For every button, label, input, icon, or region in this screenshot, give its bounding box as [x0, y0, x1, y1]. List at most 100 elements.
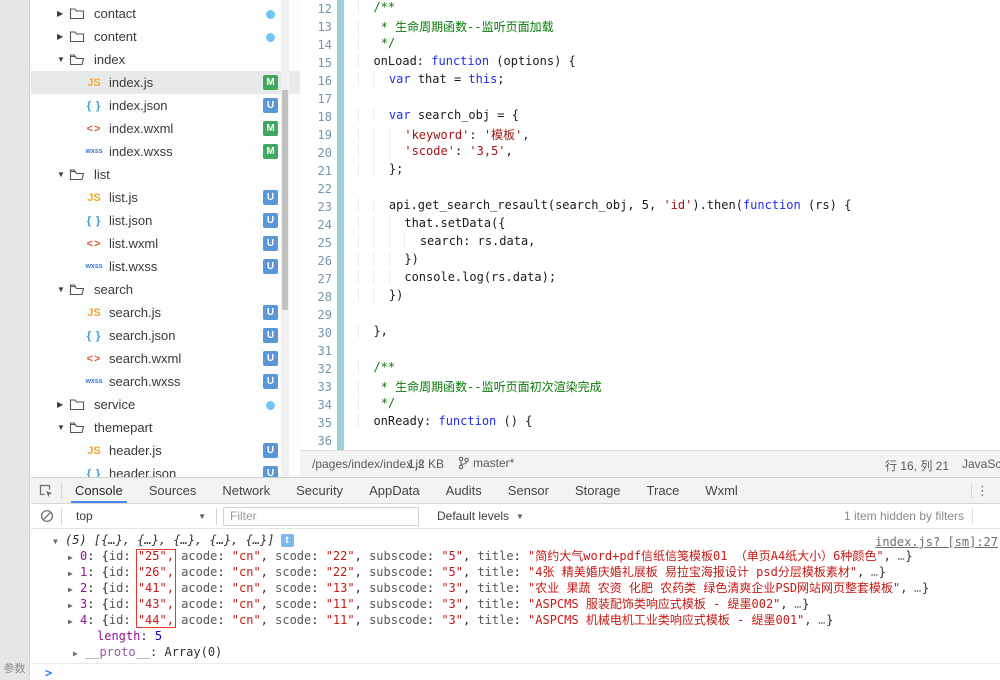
- log-levels-selector[interactable]: Default levels ▼: [437, 509, 524, 523]
- tree-file-search.json[interactable]: { }search.jsonU: [31, 324, 300, 347]
- devtools-menu-button[interactable]: ⋮: [971, 478, 994, 503]
- tab-audits[interactable]: Audits: [444, 478, 484, 503]
- params-panel-label[interactable]: 参数: [0, 660, 29, 676]
- gutter-line[interactable]: 24: [300, 216, 348, 234]
- tab-appdata[interactable]: AppData: [367, 478, 422, 503]
- tab-security[interactable]: Security: [294, 478, 345, 503]
- code-line[interactable]: * 生命周期函数--监听页面加载: [358, 18, 1000, 36]
- code-line[interactable]: [358, 90, 1000, 108]
- tree-file-header.js[interactable]: JSheader.jsU: [31, 439, 300, 462]
- code-line[interactable]: [358, 342, 1000, 360]
- tree-folder-list[interactable]: ▼list: [31, 163, 300, 186]
- console-prompt[interactable]: >: [31, 663, 1000, 680]
- code-line[interactable]: */: [358, 36, 1000, 54]
- tree-file-search.js[interactable]: JSsearch.jsU: [31, 301, 300, 324]
- code-line[interactable]: [358, 432, 1000, 450]
- gutter-line[interactable]: 14: [300, 36, 348, 54]
- console-array-item[interactable]: ▶1: {id: "26", acode: "cn", scode: "22",…: [31, 564, 1000, 580]
- tree-file-index.json[interactable]: { }index.jsonU: [31, 94, 300, 117]
- console-array-item[interactable]: ▶4: {id: "44", acode: "cn", scode: "11",…: [31, 612, 1000, 628]
- context-selector[interactable]: top ▼: [76, 509, 216, 523]
- code-line[interactable]: */: [358, 396, 1000, 414]
- code-line[interactable]: 'scode': '3,5',: [358, 144, 1000, 162]
- code-line[interactable]: 'keyword': '模板',: [358, 126, 1000, 144]
- chevron-right-icon[interactable]: ▶: [73, 646, 85, 662]
- tree-file-index.js[interactable]: JSindex.jsM: [31, 71, 300, 94]
- code-line[interactable]: * 生命周期函数--监听页面初次渲染完成: [358, 378, 1000, 396]
- code-line[interactable]: /**: [358, 360, 1000, 378]
- code-line[interactable]: /**: [358, 0, 1000, 18]
- console-array-item[interactable]: ▶0: {id: "25", acode: "cn", scode: "22",…: [31, 548, 1000, 564]
- gutter-line[interactable]: 33: [300, 378, 348, 396]
- tree-file-index.wxml[interactable]: <>index.wxmlM: [31, 117, 300, 140]
- tab-network[interactable]: Network: [220, 478, 272, 503]
- tab-sensor[interactable]: Sensor: [506, 478, 551, 503]
- clear-console-button[interactable]: [33, 504, 61, 528]
- gutter-line[interactable]: 19: [300, 126, 348, 144]
- gutter-line[interactable]: 28: [300, 288, 348, 306]
- editor-code[interactable]: /** * 生命周期函数--监听页面加载 */ onLoad: function…: [348, 0, 1000, 450]
- gutter-line[interactable]: 12: [300, 0, 348, 18]
- tree-file-list.js[interactable]: JSlist.jsU: [31, 186, 300, 209]
- scrollbar-thumb[interactable]: [282, 90, 288, 310]
- code-editor[interactable]: 1213141516171819202122232425262728293031…: [300, 0, 1000, 450]
- filter-input[interactable]: [223, 507, 419, 526]
- gutter-line[interactable]: 32: [300, 360, 348, 378]
- tree-file-list.json[interactable]: { }list.jsonU: [31, 209, 300, 232]
- chevron-down-icon[interactable]: ▼: [53, 534, 65, 550]
- tree-file-search.wxml[interactable]: <>search.wxmlU: [31, 347, 300, 370]
- gutter-line[interactable]: 35: [300, 414, 348, 432]
- console-array-item[interactable]: ▶2: {id: "41", acode: "cn", scode: "13",…: [31, 580, 1000, 596]
- code-line[interactable]: [358, 180, 1000, 198]
- console-log-message[interactable]: ▼(5) [{…}, {…}, {…}, {…}, {…}]t index.js…: [31, 532, 1000, 548]
- code-line[interactable]: var that = this;: [358, 72, 1000, 90]
- language-mode[interactable]: JavaScript: [962, 457, 1000, 471]
- array-proto-row[interactable]: ▶__proto__: Array(0): [31, 644, 1000, 660]
- gutter-line[interactable]: 29: [300, 306, 348, 324]
- tree-file-header.json[interactable]: { }header.jsonU: [31, 462, 300, 477]
- tree-folder-search[interactable]: ▼search: [31, 278, 300, 301]
- code-line[interactable]: that.setData({: [358, 216, 1000, 234]
- tree-file-list.wxml[interactable]: <>list.wxmlU: [31, 232, 300, 255]
- gutter-line[interactable]: 27: [300, 270, 348, 288]
- tree-file-list.wxss[interactable]: wxsslist.wxssU: [31, 255, 300, 278]
- tree-file-index.wxss[interactable]: wxssindex.wxssM: [31, 140, 300, 163]
- tree-file-search.wxss[interactable]: wxsssearch.wxssU: [31, 370, 300, 393]
- tab-console[interactable]: Console: [73, 478, 125, 503]
- gutter-line[interactable]: 16: [300, 72, 348, 90]
- gutter-line[interactable]: 18: [300, 108, 348, 126]
- gutter-line[interactable]: 34: [300, 396, 348, 414]
- tree-folder-content[interactable]: ▶content: [31, 25, 300, 48]
- gutter-line[interactable]: 36: [300, 432, 348, 450]
- tree-folder-service[interactable]: ▶service: [31, 393, 300, 416]
- gutter-line[interactable]: 21: [300, 162, 348, 180]
- code-line[interactable]: onReady: function () {: [358, 414, 1000, 432]
- code-line[interactable]: };: [358, 162, 1000, 180]
- tab-storage[interactable]: Storage: [573, 478, 623, 503]
- code-line[interactable]: },: [358, 324, 1000, 342]
- git-branch[interactable]: master*: [458, 456, 514, 470]
- console-array-item[interactable]: ▶3: {id: "43", acode: "cn", scode: "11",…: [31, 596, 1000, 612]
- gutter-line[interactable]: 20: [300, 144, 348, 162]
- file-tree-scrollbar[interactable]: [281, 0, 289, 477]
- tab-trace[interactable]: Trace: [645, 478, 682, 503]
- tab-wxml[interactable]: Wxml: [703, 478, 740, 503]
- code-line[interactable]: var search_obj = {: [358, 108, 1000, 126]
- gutter-line[interactable]: 13: [300, 18, 348, 36]
- code-line[interactable]: [358, 306, 1000, 324]
- code-line[interactable]: search: rs.data,: [358, 234, 1000, 252]
- code-line[interactable]: api.get_search_resault(search_obj, 5, 'i…: [358, 198, 1000, 216]
- tab-sources[interactable]: Sources: [147, 478, 199, 503]
- gutter-line[interactable]: 23: [300, 198, 348, 216]
- tree-folder-index[interactable]: ▼index: [31, 48, 300, 71]
- code-line[interactable]: console.log(rs.data);: [358, 270, 1000, 288]
- tree-folder-themepart[interactable]: ▼themepart: [31, 416, 300, 439]
- code-line[interactable]: onLoad: function (options) {: [358, 54, 1000, 72]
- inspect-element-button[interactable]: [31, 478, 61, 503]
- code-line[interactable]: }): [358, 288, 1000, 306]
- gutter-line[interactable]: 30: [300, 324, 348, 342]
- gutter-line[interactable]: 15: [300, 54, 348, 72]
- gutter-line[interactable]: 25: [300, 234, 348, 252]
- code-line[interactable]: }): [358, 252, 1000, 270]
- gutter-line[interactable]: 17: [300, 90, 348, 108]
